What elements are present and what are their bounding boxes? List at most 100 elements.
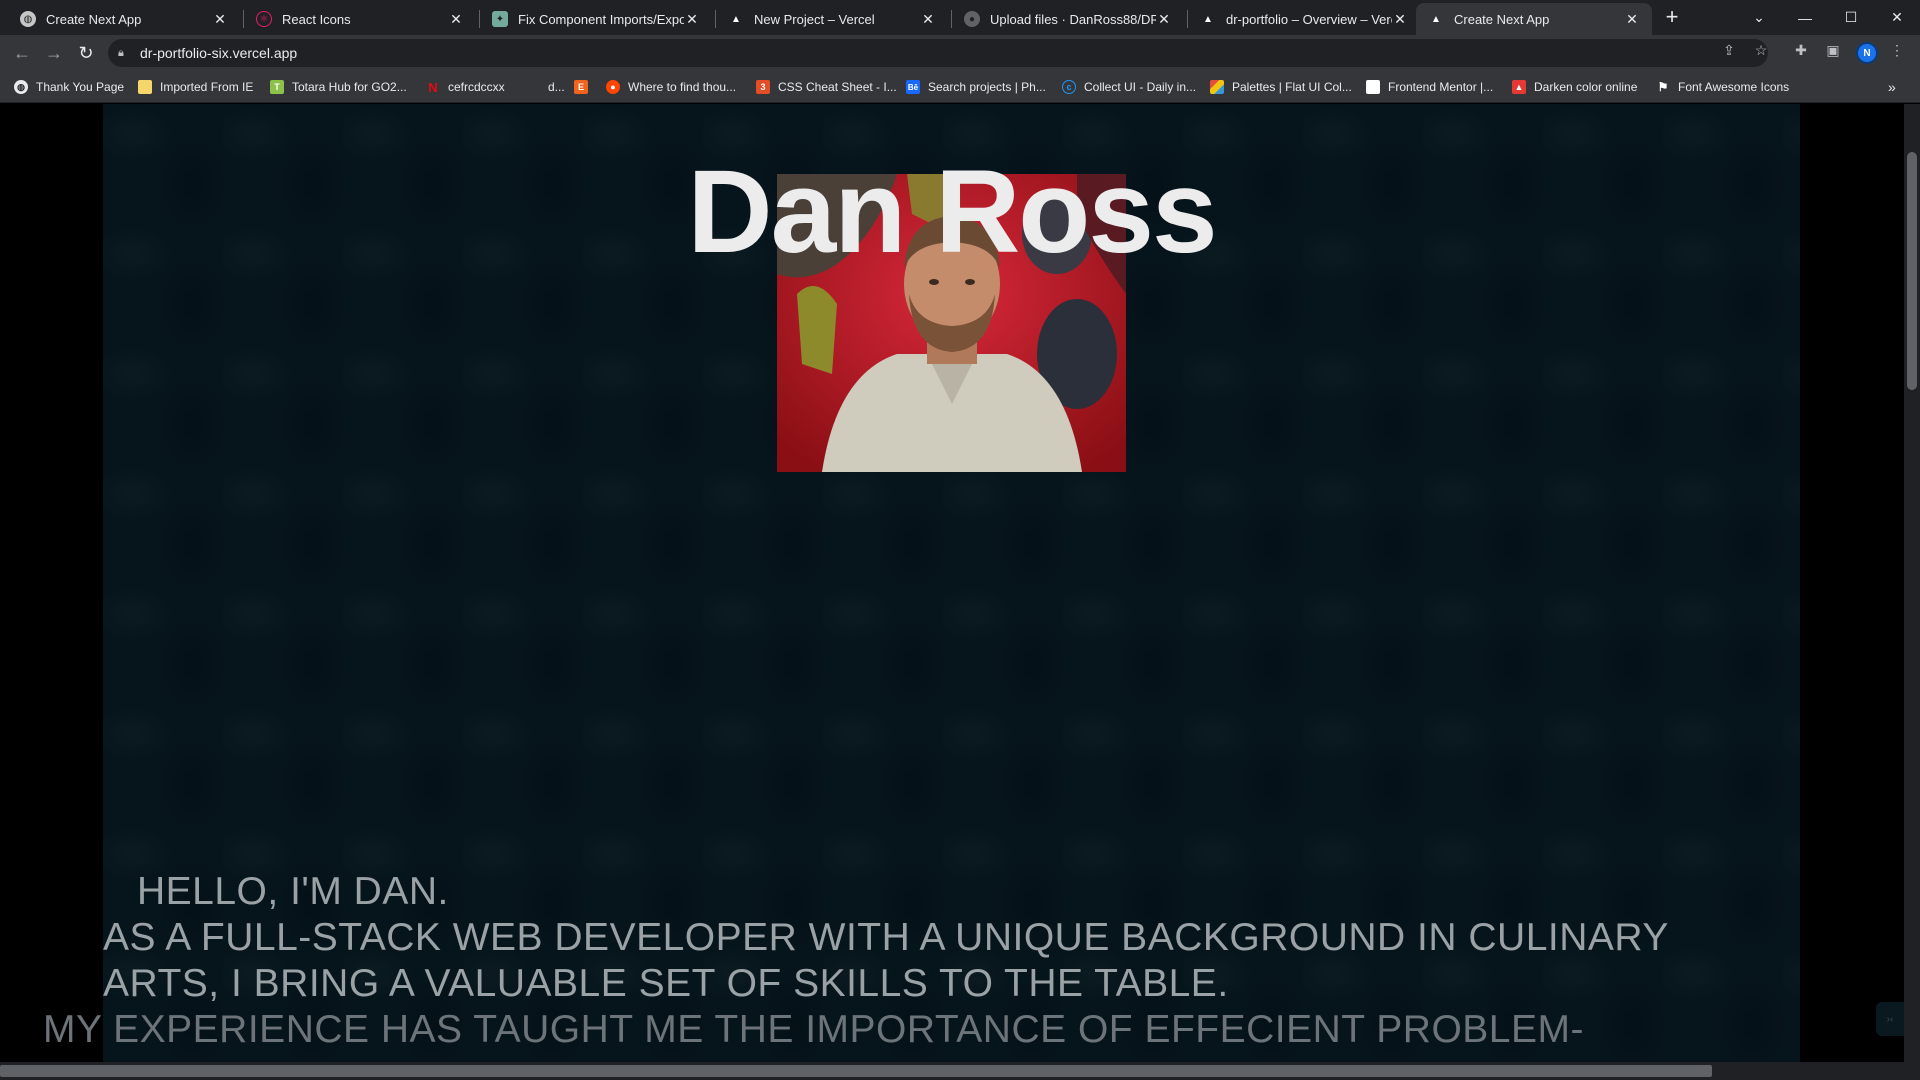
tab-2[interactable]: ✦ Fix Component Imports/Exports ✕ [480, 3, 712, 35]
bio-line: MY EXPERIENCE HAS TAUGHT ME THE IMPORTAN… [43, 1008, 1584, 1051]
bookmark-star-icon[interactable]: ☆ [1750, 39, 1772, 61]
vertical-scrollbar[interactable] [1904, 104, 1920, 1062]
tab-title: Upload files · DanRoss88/DRportfolio [990, 11, 1156, 27]
bio-line: AS A FULL-STACK WEB DEVELOPER WITH A UNI… [103, 916, 1669, 959]
tab-3[interactable]: ▲ New Project – Vercel ✕ [716, 3, 948, 35]
bookmark-label: Search projects | Ph... [928, 80, 1046, 94]
bookmark-folder[interactable]: Imported From IE [138, 78, 253, 96]
share-icon[interactable]: ⇪ [1718, 39, 1740, 61]
bookmark-item[interactable]: ● Where to find thou... [606, 78, 736, 96]
bookmark-item[interactable]: N cefrcdccxx [426, 78, 505, 96]
github-icon: ● [964, 11, 980, 27]
css-icon: 3 [756, 80, 770, 94]
profile-avatar[interactable]: N [1856, 42, 1878, 64]
reload-icon[interactable]: ↻ [72, 39, 100, 67]
vercel-triangle-icon: ▲ [1203, 13, 1213, 25]
tab-title: Fix Component Imports/Exports [518, 11, 684, 27]
bookmark-item[interactable]: d... [526, 78, 565, 96]
side-panel-icon[interactable]: ▣ [1822, 39, 1844, 61]
bookmark-label: CSS Cheat Sheet - I... [778, 80, 897, 94]
close-icon[interactable]: ✕ [920, 11, 936, 28]
globe-icon: ◍ [20, 11, 36, 27]
forward-arrow-icon[interactable]: → [40, 39, 68, 67]
bookmark-label: cefrcdccxx [448, 80, 505, 94]
etsy-icon: E [574, 80, 588, 94]
bookmark-label: Palettes | Flat UI Col... [1232, 80, 1352, 94]
behance-icon: Bē [906, 80, 920, 94]
totara-icon: T [270, 80, 284, 94]
bookmark-item[interactable]: c Collect UI - Daily in... [1062, 78, 1196, 96]
bookmarks-overflow-chevron-icon[interactable]: » [1888, 78, 1896, 96]
scrollbar-thumb[interactable] [0, 1065, 1712, 1077]
blank-icon [526, 80, 540, 94]
bookmarks-bar: ◍ Thank You Page Imported From IE T Tota… [0, 71, 1920, 103]
tab-title: React Icons [282, 11, 351, 27]
bookmark-item[interactable]: T Totara Hub for GO2... [270, 78, 407, 96]
extensions-puzzle-icon[interactable]: ✚ [1790, 39, 1812, 61]
bookmark-label: Font Awesome Icons [1678, 80, 1790, 94]
address-url: dr-portfolio-six.vercel.app [140, 45, 298, 61]
address-bar[interactable]: 🔒︎ dr-portfolio-six.vercel.app [108, 39, 1768, 67]
vercel-triangle-icon: ▲ [1431, 13, 1441, 25]
tab-strip: ◍ Create Next App ✕ ⚛ React Icons ✕ ✦ Fi… [0, 0, 1920, 35]
close-icon[interactable]: ✕ [1624, 11, 1640, 28]
tab-0[interactable]: ◍ Create Next App ✕ [8, 3, 240, 35]
page-title: Dan Ross [687, 146, 1217, 278]
bookmark-label: Totara Hub for GO2... [292, 80, 407, 94]
close-icon[interactable]: ✕ [1392, 11, 1408, 28]
reddit-icon: ● [606, 80, 620, 94]
chatgpt-icon: ✦ [492, 11, 508, 27]
close-icon[interactable]: ✕ [1156, 11, 1172, 28]
bookmark-item[interactable]: Frontend Mentor |... [1366, 78, 1493, 96]
darken-icon: ▲ [1512, 80, 1526, 94]
bookmark-label: d... [548, 80, 565, 94]
bookmark-label: Imported From IE [160, 80, 254, 94]
page-viewport: Dan Ross HELLO, I'M DAN. AS A FULL-STACK… [0, 104, 1904, 1062]
netflix-icon: N [428, 79, 438, 95]
react-icon: ⚛ [256, 11, 272, 27]
bookmark-item[interactable]: ▲ Darken color online [1512, 78, 1637, 96]
menu-kebab-icon[interactable]: ⋮ [1886, 39, 1908, 61]
bookmark-item[interactable]: ⚑ Font Awesome Icons [1656, 78, 1790, 96]
close-icon[interactable]: ✕ [212, 11, 228, 28]
tab-1[interactable]: ⚛ React Icons ✕ [244, 3, 476, 35]
bookmark-label: Where to find thou... [628, 80, 737, 94]
portfolio-content: Dan Ross HELLO, I'M DAN. AS A FULL-STACK… [103, 104, 1800, 1062]
flag-icon: ⚑ [1657, 80, 1669, 94]
tab-title: Create Next App [46, 11, 142, 27]
scrollbar-corner [1904, 1062, 1920, 1080]
palette-icon [1210, 80, 1224, 94]
bio-line: ARTS, I BRING A VALUABLE SET OF SKILLS T… [103, 962, 1229, 1005]
horizontal-scrollbar[interactable] [0, 1062, 1904, 1080]
globe-icon: ◍ [14, 80, 28, 94]
close-icon[interactable]: ✕ [448, 11, 464, 28]
close-window-button[interactable]: ✕ [1874, 0, 1920, 35]
tab-title: dr-portfolio – Overview – Vercel [1226, 11, 1392, 27]
bookmark-item[interactable]: Palettes | Flat UI Col... [1210, 78, 1352, 96]
bookmark-item[interactable]: 3 CSS Cheat Sheet - I... [756, 78, 897, 96]
bookmark-label: Frontend Mentor |... [1388, 80, 1494, 94]
minimize-button[interactable]: — [1782, 0, 1828, 35]
side-drawer-tab[interactable]: ›‹ [1876, 1002, 1904, 1036]
back-arrow-icon[interactable]: ← [8, 39, 36, 67]
tab-4[interactable]: ● Upload files · DanRoss88/DRportfolio ✕ [952, 3, 1184, 35]
frontend-mentor-icon [1366, 80, 1380, 94]
bookmark-label: Darken color online [1534, 80, 1638, 94]
tab-5[interactable]: ▲ dr-portfolio – Overview – Vercel ✕ [1188, 3, 1420, 35]
tab-6-active[interactable]: ▲ Create Next App ✕ [1416, 3, 1652, 35]
vercel-triangle-icon: ▲ [731, 13, 741, 25]
tab-title: New Project – Vercel [754, 11, 875, 27]
bookmark-label: Thank You Page [36, 80, 125, 94]
bookmark-item[interactable]: Bē Search projects | Ph... [906, 78, 1046, 96]
lock-icon[interactable]: 🔒︎ [118, 47, 132, 60]
bookmark-item[interactable]: ◍ Thank You Page [14, 78, 124, 96]
collectui-icon: c [1062, 80, 1076, 94]
maximize-button[interactable]: ☐ [1828, 0, 1874, 35]
browser-toolbar: ← → ↻ 🔒︎ dr-portfolio-six.vercel.app ⇪ ☆… [0, 35, 1920, 71]
bookmark-label: Collect UI - Daily in... [1084, 80, 1197, 94]
tab-search-icon[interactable]: ⌄ [1736, 0, 1782, 35]
close-icon[interactable]: ✕ [684, 11, 700, 28]
new-tab-button[interactable]: + [1660, 6, 1684, 30]
scrollbar-thumb[interactable] [1907, 152, 1917, 390]
bookmark-item[interactable]: E [574, 78, 596, 96]
